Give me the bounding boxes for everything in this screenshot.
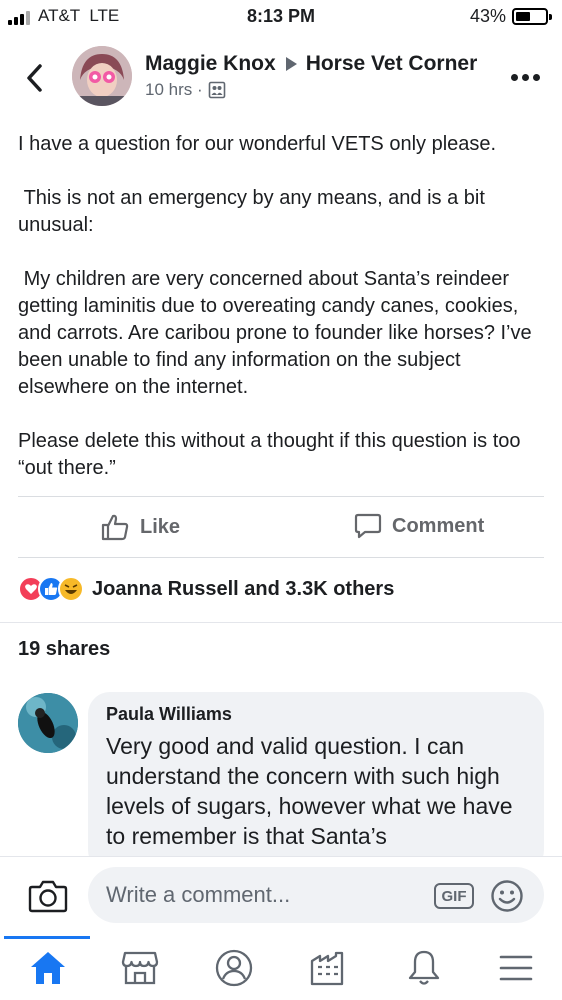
commenter-avatar[interactable] [18, 693, 78, 753]
camera-icon[interactable] [28, 877, 68, 920]
shares-count[interactable]: 19 shares [18, 638, 110, 661]
active-tab-indicator [4, 936, 90, 939]
notifications-icon[interactable] [402, 946, 446, 990]
comment-bubble-icon [354, 513, 382, 539]
comment-bubble: Paula Williams Very good and valid quest… [88, 692, 544, 872]
comment-button[interactable]: Comment [354, 512, 484, 540]
bottom-tab-bar [0, 936, 562, 1000]
post-meta: 10 hrs · [145, 80, 226, 100]
emoji-icon[interactable] [490, 879, 524, 918]
post-body: I have a question for our wonderful VETS… [18, 131, 546, 509]
status-bar: AT&T LTE 8:13 PM 43% [0, 0, 562, 34]
post-paragraph: This is not an emergency by any means, a… [18, 187, 491, 236]
commenter-name[interactable]: Paula Williams [106, 704, 526, 725]
profile-icon[interactable] [212, 946, 256, 990]
group-icon [208, 81, 225, 99]
home-icon[interactable] [26, 946, 70, 990]
author-name[interactable]: Maggie Knox [145, 52, 276, 76]
group-name[interactable]: Horse Vet Corner [306, 52, 478, 76]
haha-icon [58, 576, 84, 602]
post-paragraph: Please delete this without a thought if … [18, 430, 527, 479]
divider [0, 622, 562, 623]
back-icon[interactable] [22, 60, 48, 96]
marketplace-icon[interactable] [118, 946, 162, 990]
more-options-icon[interactable] [511, 74, 540, 81]
comment-label: Comment [392, 514, 485, 537]
reactions-text: Joanna Russell and 3.3K others [92, 577, 395, 600]
battery-percent: 43% [469, 6, 506, 26]
comment-text: Very good and valid question. I can unde… [106, 733, 513, 849]
author-avatar[interactable] [72, 46, 132, 106]
gif-button[interactable]: GIF [434, 883, 474, 909]
battery-icon [512, 8, 552, 25]
arrow-right-icon [285, 57, 297, 71]
comment-composer: GIF [0, 856, 562, 936]
comment-input[interactable] [88, 867, 544, 923]
like-label: Like [140, 515, 181, 538]
post-time[interactable]: 10 hrs · [145, 80, 203, 100]
divider [18, 557, 544, 558]
post-paragraph: I have a question for our wonderful VETS… [18, 133, 497, 155]
menu-icon[interactable] [494, 946, 538, 990]
post-paragraph: My children are very concerned about San… [18, 268, 538, 398]
reactions-summary[interactable]: Joanna Russell and 3.3K others [18, 576, 394, 602]
thumbs-up-icon [101, 514, 129, 541]
like-button[interactable]: Like [100, 512, 180, 542]
post-author-line: Maggie Knox Horse Vet Corner [145, 52, 477, 76]
pages-icon[interactable] [306, 946, 350, 990]
divider [18, 496, 544, 497]
